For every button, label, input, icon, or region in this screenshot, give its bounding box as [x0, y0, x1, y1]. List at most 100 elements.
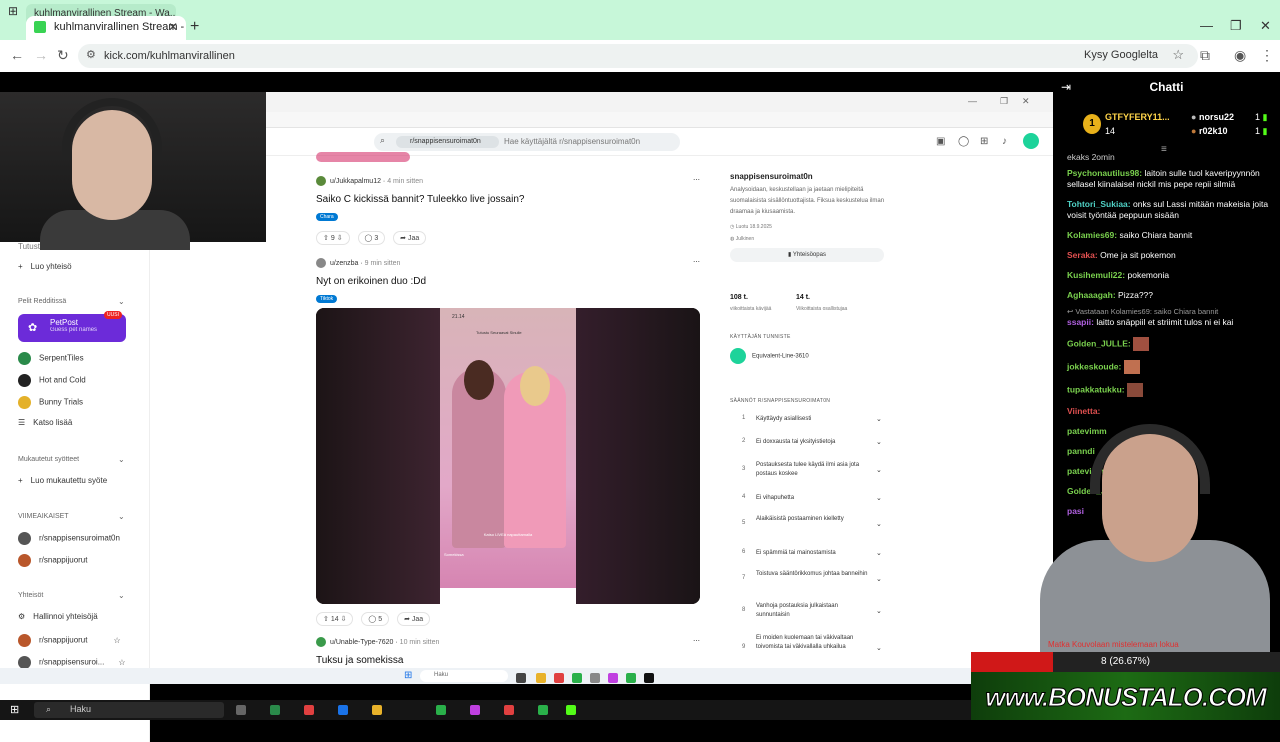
browser-toolbar: ← → ↻ ⚙ kick.com/kuhlmanvirallinen Kysy …	[0, 40, 1280, 72]
taskbar-app-icon	[590, 673, 600, 683]
top-gifter-name[interactable]: GTFYFERY11...	[1105, 112, 1170, 122]
tab-search-icon[interactable]: ⊞	[8, 4, 18, 18]
see-more-label: Katso lisää	[33, 418, 73, 427]
rule-text: Ei vihapuhetta	[756, 495, 795, 501]
message-user[interactable]: Seraka:	[1067, 250, 1098, 260]
recent-label: r/snappisensuroimat0n	[39, 533, 120, 543]
windows-start-icon[interactable]: ⊞	[10, 703, 19, 716]
reddit-left-sidebar: Tutustu + Luo yhteisö Pelit Redditissä ⌄ …	[0, 242, 150, 742]
rule-text: Käyttäydy asiallisesti	[756, 416, 812, 422]
message-user[interactable]: Aghaaagah:	[1067, 290, 1116, 300]
post-time: 9 min sitten	[364, 259, 401, 267]
comment-icon: ◯	[368, 616, 377, 623]
url-text[interactable]: kick.com/kuhlmanvirallinen	[104, 50, 235, 62]
chat-title: Chatti	[1149, 80, 1184, 94]
taskbar-app-icon[interactable]	[470, 705, 480, 715]
game-icon	[18, 352, 31, 365]
message-user[interactable]: jokkeskoude:	[1067, 361, 1121, 371]
message-user[interactable]: Golden_JULLE:	[1067, 338, 1131, 348]
chevron-down-icon: ⌄	[876, 645, 882, 652]
sponsor-banner[interactable]: www.BONUSTALO.COM	[971, 672, 1280, 720]
manage-communities: ⚙ Hallinnoi yhteisöjä	[18, 612, 98, 621]
rule-number: 3	[742, 466, 746, 472]
taskbar-app-icon[interactable]	[338, 705, 348, 715]
taskbar-search[interactable]: ⌕ Haku	[34, 702, 224, 718]
taskbar-app-icon[interactable]	[538, 705, 548, 715]
post-3: u/Unable-Type-7620 · 10 min sitten ⋯ Tuks…	[316, 637, 700, 666]
gifter-name[interactable]: ● r02k10	[1191, 126, 1227, 136]
message-user[interactable]: Kolamies69:	[1067, 230, 1117, 240]
chevron-down-icon: ⌄	[876, 495, 882, 502]
chevron-down-icon: ⌄	[876, 608, 882, 615]
ask-google-button[interactable]: Kysy Googlelta	[1084, 49, 1158, 61]
chevron-down-icon: ⌄	[118, 455, 125, 464]
restore-icon[interactable]: ❐	[1230, 18, 1242, 34]
back-icon[interactable]: ←	[10, 47, 24, 63]
community-guide-button: ▮ Yhteisöopas	[730, 248, 884, 262]
message-user[interactable]: Kusihemuli22:	[1067, 270, 1125, 280]
taskbar-app-icon[interactable]	[236, 705, 246, 715]
message-text: Pizza???	[1118, 290, 1153, 300]
post-1: u/Jukkapalmu12 · 4 min sitten ⋯ Saiko C k…	[316, 176, 700, 245]
message-user[interactable]: Tohtori_Sukiaa:	[1067, 199, 1131, 209]
chevron-down-icon: ⌄	[876, 467, 882, 474]
minimize-icon[interactable]: —	[1200, 18, 1213, 33]
tab-close-icon[interactable]: ✕	[168, 20, 178, 34]
close-window-icon[interactable]: ✕	[1260, 18, 1271, 34]
petpost-card: ✿ PetPost Guess pet names UUSI	[18, 311, 126, 342]
tab-title: kuhlmanvirallinen Stream - Wat	[54, 21, 186, 33]
kick-favicon-icon	[34, 21, 46, 33]
globe-icon: ◍	[730, 236, 735, 242]
share-label: Jaa	[408, 235, 420, 242]
chat-message: Psychonautilus98: laitoin sulle tuol kav…	[1067, 168, 1273, 190]
gifter-name[interactable]: ● norsu22	[1191, 112, 1234, 122]
post-time: 4 min sitten	[387, 177, 424, 185]
game-item: Hot and Cold	[18, 374, 86, 387]
taskbar-app-icon[interactable]	[504, 705, 514, 715]
forward-icon[interactable]: →	[34, 47, 48, 63]
extensions-icon[interactable]: ⧉	[1200, 47, 1210, 64]
reload-icon[interactable]: ↻	[57, 47, 69, 64]
headphones-icon	[62, 98, 162, 158]
chevron-down-icon: ⌄	[876, 576, 882, 583]
taskbar-app-icon[interactable]	[566, 705, 576, 715]
vote-pill: ⇧ 14 ⇩	[316, 612, 354, 626]
rule-text: Toistuva sääntörikkomus johtaa banneihin	[756, 571, 868, 577]
taskbar-app-icon[interactable]	[304, 705, 314, 715]
message-user[interactable]: tupakkatukku:	[1067, 384, 1125, 394]
address-bar[interactable]: ⚙ kick.com/kuhlmanvirallinen Kysy Google…	[78, 44, 1198, 68]
message-user[interactable]: Viinetta:	[1067, 406, 1100, 416]
reddit-avatar	[1023, 133, 1039, 149]
reply-text: Vastataan Kolamies69: saiko Chiara banni…	[1075, 307, 1219, 316]
message-user[interactable]: Psychonautilus98:	[1067, 168, 1142, 178]
reddit-search: ⌕ r/snappisensuroimat0n Hae käyttäjältä …	[374, 133, 680, 151]
taskbar-app-icon[interactable]	[270, 705, 280, 715]
menu-icon[interactable]: ⋮	[1260, 47, 1274, 64]
games-header: Pelit Redditissä	[18, 298, 67, 305]
chevron-down-icon: ⌄	[876, 521, 882, 528]
taskbar-app-icon[interactable]	[372, 705, 382, 715]
inner-close-icon: ✕	[1022, 96, 1030, 106]
new-tab-icon[interactable]: +	[190, 18, 199, 36]
tab-active[interactable]: kuhlmanvirallinen Stream - Wat ✕	[26, 16, 186, 40]
profile-icon[interactable]: ◉	[1234, 47, 1246, 64]
message-user[interactable]: ssapii:	[1067, 317, 1094, 327]
bookmark-star-icon[interactable]: ☆	[1172, 47, 1184, 63]
gifter-3-count: 1	[1255, 126, 1261, 136]
create-custom-feed: + Luo mukautettu syöte	[18, 476, 107, 485]
battery-icon: ▮	[1262, 126, 1268, 136]
taskbar-app-icon	[554, 673, 564, 683]
star-icon: ☆	[118, 657, 126, 667]
vote-count: 14	[330, 616, 339, 623]
inner-restore-icon: ❐	[1000, 96, 1009, 106]
chevron-down-icon: ⌄	[118, 297, 125, 306]
site-info-icon[interactable]: ⚙	[86, 48, 96, 61]
chat-message: Golden_JULLE:	[1067, 337, 1273, 351]
post-title: Saiko C kickissä bannit? Tuleekko live j…	[316, 194, 525, 205]
gifter-count: 1 ▮	[1255, 112, 1267, 123]
emote-icon	[1133, 337, 1150, 351]
reply-context: ↩ Vastataan Kolamies69: saiko Chiara ban…	[1067, 307, 1273, 317]
taskbar-app-icon[interactable]	[436, 705, 446, 715]
post-2: u/zenzba · 9 min sitten ⋯ Nyt on erikoine…	[316, 258, 700, 303]
chevron-down-icon: ⌄	[876, 439, 882, 446]
